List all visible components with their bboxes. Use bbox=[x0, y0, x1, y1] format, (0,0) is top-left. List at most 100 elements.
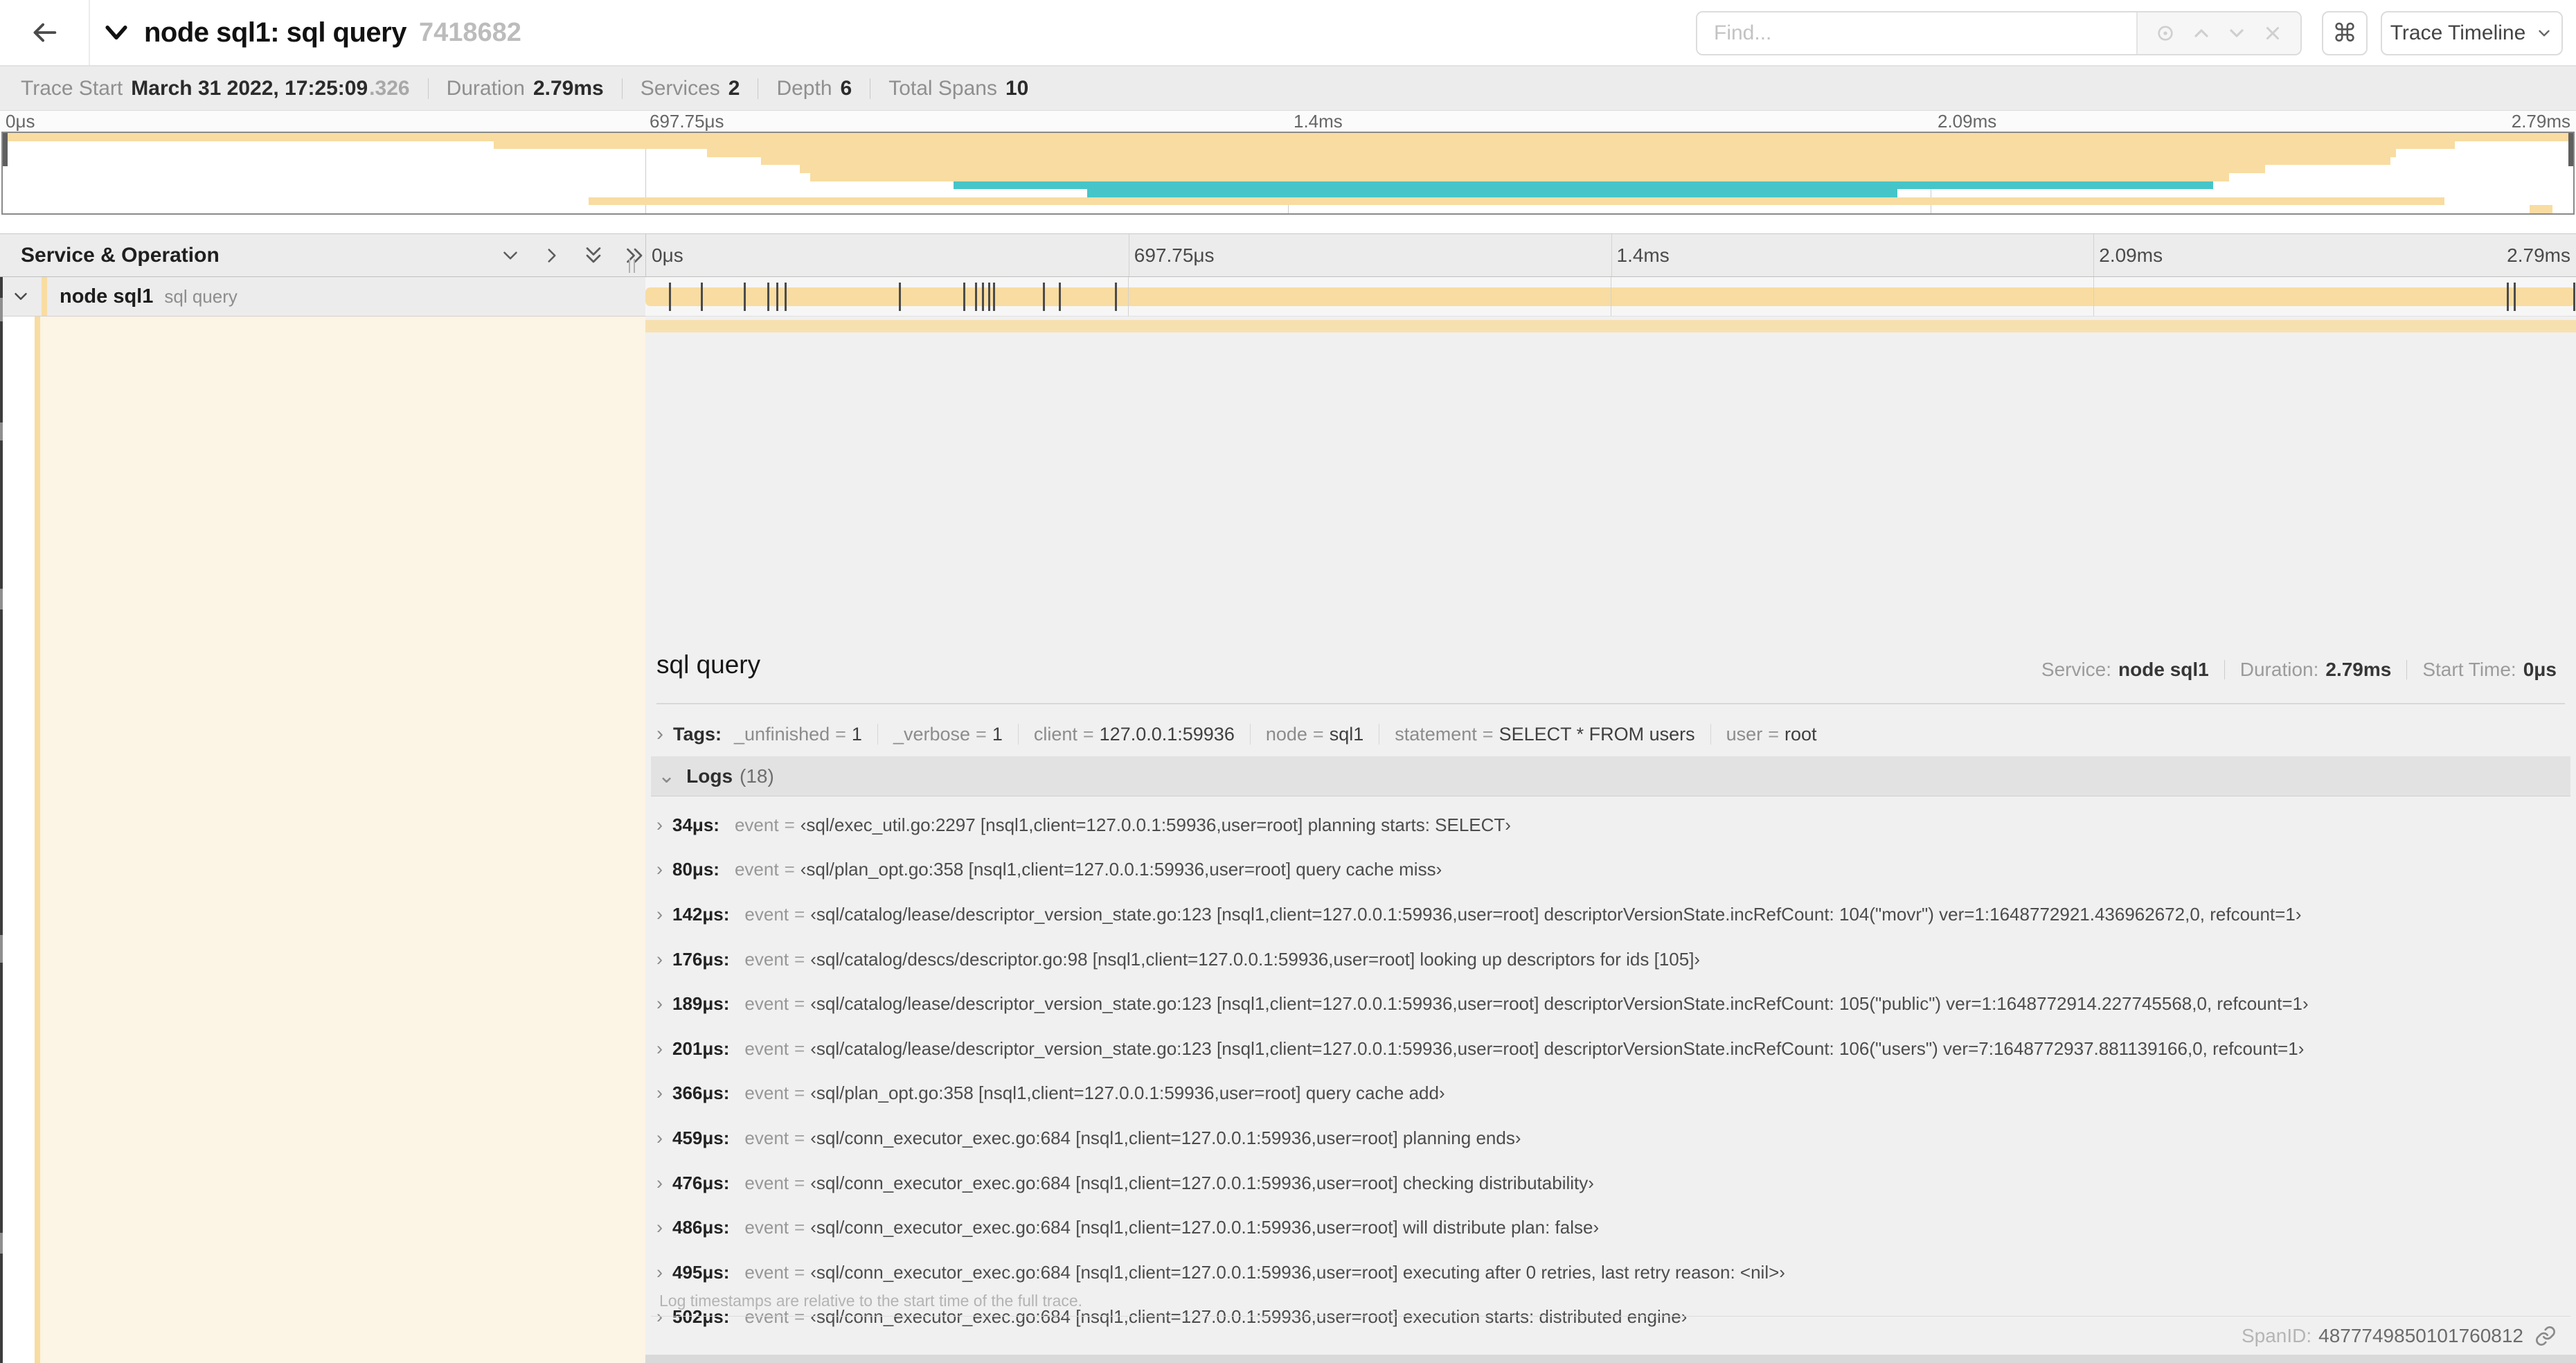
tag-key: client bbox=[1033, 723, 1077, 745]
meta-value: node sql1 bbox=[2118, 659, 2209, 680]
locate-icon[interactable] bbox=[2154, 21, 2177, 45]
stat-label: Total Spans bbox=[888, 76, 997, 100]
log-row[interactable]: › 366μs: event = ‹sql/plan_opt.go:358 [nsql1… bbox=[656, 1071, 2565, 1116]
log-value: ‹sql/catalog/lease/descriptor_version_st… bbox=[810, 903, 2302, 925]
log-equals: = bbox=[794, 1172, 805, 1193]
link-icon[interactable] bbox=[2534, 1325, 2557, 1347]
log-key: event bbox=[744, 1127, 789, 1148]
chevron-right-icon: › bbox=[656, 903, 663, 925]
find-next-icon[interactable] bbox=[2225, 21, 2248, 45]
log-equals: = bbox=[794, 1261, 805, 1283]
log-equals: = bbox=[794, 993, 805, 1015]
log-value: ‹sql/catalog/descs/descriptor.go:98 [nsq… bbox=[810, 948, 1701, 970]
collapse-one-icon[interactable] bbox=[497, 242, 524, 269]
expand-one-icon[interactable] bbox=[539, 242, 565, 269]
chevron-right-icon: › bbox=[656, 1083, 663, 1104]
tag-key: _verbose bbox=[893, 723, 971, 745]
log-row[interactable]: › 80μs: event = ‹sql/plan_opt.go:358 [nsql1,… bbox=[656, 848, 2565, 893]
keyboard-shortcuts-button[interactable]: ⌘ bbox=[2322, 11, 2368, 55]
span-row: node sql1 sql query bbox=[0, 277, 2576, 317]
collapse-all-icon[interactable] bbox=[580, 242, 607, 269]
log-row[interactable]: › 34μs: event = ‹sql/exec_util.go:2297 [nsql… bbox=[656, 803, 2565, 848]
find-group bbox=[1696, 11, 2302, 55]
view-selector-label: Trace Timeline bbox=[2390, 21, 2526, 44]
log-row[interactable]: › 201μs: event = ‹sql/catalog/lease/descript… bbox=[656, 1026, 2565, 1071]
find-prev-icon[interactable] bbox=[2190, 21, 2213, 45]
span-collapse-chevron-icon[interactable] bbox=[0, 286, 42, 307]
log-time: 176μs: bbox=[672, 948, 730, 970]
log-time: 142μs: bbox=[672, 903, 730, 925]
log-event-tick-icon bbox=[767, 283, 769, 311]
log-key: event bbox=[744, 1083, 789, 1104]
find-clear-icon[interactable] bbox=[2261, 21, 2284, 45]
log-event-tick-icon bbox=[2514, 283, 2516, 311]
log-value: ‹sql/catalog/lease/descriptor_version_st… bbox=[810, 993, 2309, 1015]
tag-value: root bbox=[1784, 723, 1817, 745]
span-bar-cell[interactable] bbox=[645, 277, 2576, 317]
command-icon: ⌘ bbox=[2332, 19, 2357, 47]
axis-tick-label: 2.79ms bbox=[2511, 111, 2570, 132]
minimap-span-bar bbox=[3, 133, 2573, 141]
tag-separator bbox=[1017, 724, 1019, 745]
column-resize-grip[interactable] bbox=[629, 259, 635, 273]
tag-value: 127.0.0.1:59936 bbox=[1099, 723, 1235, 745]
meta-label: Duration: bbox=[2239, 659, 2319, 680]
log-event-tick-icon bbox=[1042, 283, 1045, 311]
view-selector-button[interactable]: Trace Timeline bbox=[2381, 11, 2563, 55]
minimap-span-bar bbox=[810, 173, 2229, 181]
chevron-right-icon: › bbox=[656, 993, 663, 1015]
detail-row-tint bbox=[40, 317, 645, 1363]
log-key: event bbox=[744, 948, 789, 970]
log-row[interactable]: › 176μs: event = ‹sql/catalog/descs/descript… bbox=[656, 937, 2565, 982]
collapse-trace-chevron-icon[interactable] bbox=[101, 17, 132, 48]
expand-all-icon[interactable] bbox=[622, 242, 648, 269]
stat-item: Depth 6 bbox=[776, 77, 852, 100]
tag-equals: = bbox=[1768, 723, 1779, 745]
detail-span-bar[interactable] bbox=[645, 320, 2576, 332]
bottom-strip bbox=[645, 1355, 2576, 1363]
chevron-right-icon: › bbox=[656, 948, 663, 970]
viewport-right-handle[interactable] bbox=[2568, 133, 2573, 166]
log-row[interactable]: › 476μs: event = ‹sql/conn_executor_exec.go:… bbox=[656, 1161, 2565, 1206]
log-row[interactable]: › 486μs: event = ‹sql/conn_executor_exec.go:… bbox=[656, 1205, 2565, 1250]
meta-label: Start Time: bbox=[2422, 659, 2516, 680]
tag-equals: = bbox=[835, 723, 846, 745]
tag-item: statement = SELECT * FROM users bbox=[1395, 724, 1694, 745]
grid-line bbox=[2093, 234, 2095, 276]
stat-suffix: .326 bbox=[369, 76, 410, 100]
meta-value: 0μs bbox=[2523, 659, 2557, 680]
span-detail-row: sql query Service: node sql1 Duration: 2.79… bbox=[0, 317, 2576, 1363]
detail-divider bbox=[656, 703, 2565, 704]
tag-equals: = bbox=[1482, 723, 1494, 745]
span-name-cell[interactable]: node sql1 sql query bbox=[0, 277, 645, 317]
minimap-span-bar bbox=[2529, 205, 2553, 213]
back-button[interactable] bbox=[0, 0, 90, 65]
log-key: event bbox=[744, 1037, 789, 1059]
stat-label: Services bbox=[640, 76, 720, 100]
minimap-canvas[interactable] bbox=[1, 132, 2575, 215]
log-row[interactable]: › 189μs: event = ‹sql/catalog/lease/descript… bbox=[656, 981, 2565, 1026]
log-equals: = bbox=[794, 1127, 805, 1148]
log-key: event bbox=[744, 1217, 789, 1238]
log-row[interactable]: › 142μs: event = ‹sql/catalog/lease/descript… bbox=[656, 892, 2565, 937]
span-duration-bar[interactable] bbox=[645, 287, 2575, 306]
tag-separator bbox=[1710, 724, 1711, 745]
find-input[interactable] bbox=[1697, 12, 2136, 54]
timeline-header: Service & Operation 0μs 697.75μs 1.4ms 2.09… bbox=[0, 233, 2576, 277]
log-time: 476μs: bbox=[672, 1172, 730, 1193]
log-row[interactable]: › 459μs: event = ‹sql/conn_executor_exec.go:… bbox=[656, 1116, 2565, 1161]
tags-row[interactable]: › Tags: _unfinished = 1 _verbose = 1 client = 12… bbox=[656, 720, 1817, 748]
tags-label: Tags: bbox=[673, 723, 722, 745]
axis-tick-label: 697.75μs bbox=[650, 111, 724, 132]
stat-value: 10 bbox=[1005, 76, 1029, 100]
tag-value: SELECT * FROM users bbox=[1499, 723, 1695, 745]
viewport-left-handle[interactable] bbox=[3, 133, 8, 166]
spanid-value: 4877749850101760812 bbox=[2318, 1324, 2523, 1346]
log-row[interactable]: › 495μs: event = ‹sql/conn_executor_exec.go:… bbox=[656, 1250, 2565, 1295]
log-value: ‹sql/conn_executor_exec.go:684 [nsql1,cl… bbox=[810, 1261, 1785, 1283]
logs-header[interactable]: ⌄ Logs (18) bbox=[651, 756, 2570, 796]
tag-equals: = bbox=[1312, 723, 1324, 745]
service-operation-title: Service & Operation bbox=[21, 243, 220, 267]
log-event-tick-icon bbox=[898, 283, 901, 311]
service-color-stripe bbox=[42, 277, 47, 316]
